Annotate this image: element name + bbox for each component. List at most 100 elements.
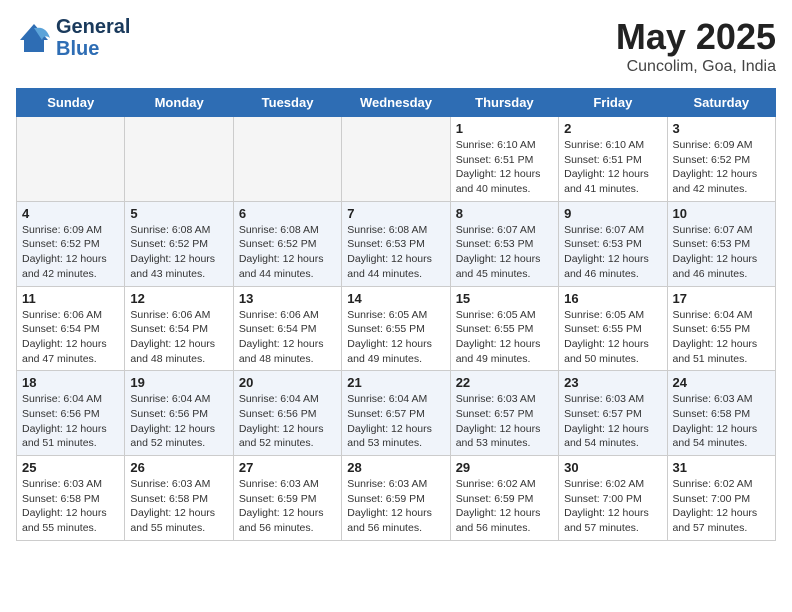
day-info: Sunrise: 6:05 AMSunset: 6:55 PMDaylight:… — [347, 308, 444, 367]
col-friday: Friday — [559, 89, 667, 117]
day-info: Sunrise: 6:05 AMSunset: 6:55 PMDaylight:… — [564, 308, 661, 367]
calendar-cell: 6 Sunrise: 6:08 AMSunset: 6:52 PMDaylight… — [233, 201, 341, 286]
day-info: Sunrise: 6:04 AMSunset: 6:56 PMDaylight:… — [22, 392, 119, 451]
day-number: 22 — [456, 375, 553, 390]
calendar-cell: 3Sunrise: 6:09 AMSunset: 6:52 PMDaylight… — [667, 117, 775, 202]
calendar-cell: 10Sunrise: 6:07 AMSunset: 6:53 PMDayligh… — [667, 201, 775, 286]
day-number: 5 — [130, 206, 227, 221]
day-info: Sunrise: 6:04 AMSunset: 6:56 PMDaylight:… — [130, 392, 227, 451]
page-header: General Blue May 2025 Cuncolim, Goa, Ind… — [16, 16, 776, 76]
calendar-cell: 17 Sunrise: 6:04 AMSunset: 6:55 PMDayligh… — [667, 286, 775, 371]
day-info: Sunrise: 6:08 AMSunset: 6:52 PMDaylight:… — [239, 223, 336, 282]
day-number: 2 — [564, 121, 661, 136]
day-info: Sunrise: 6:03 AMSunset: 6:59 PMDaylight:… — [347, 477, 444, 536]
day-number: 25 — [22, 460, 119, 475]
calendar-cell: 25 Sunrise: 6:03 AMSunset: 6:58 PMDayligh… — [17, 456, 125, 541]
day-number: 13 — [239, 291, 336, 306]
day-number: 12 — [130, 291, 227, 306]
day-number: 17 — [673, 291, 770, 306]
calendar-cell: 4 Sunrise: 6:09 AMSunset: 6:52 PMDaylight… — [17, 201, 125, 286]
day-number: 11 — [22, 291, 119, 306]
day-number: 23 — [564, 375, 661, 390]
day-info: Sunrise: 6:08 AMSunset: 6:53 PMDaylight:… — [347, 223, 444, 282]
day-number: 28 — [347, 460, 444, 475]
calendar-cell: 16Sunrise: 6:05 AMSunset: 6:55 PMDayligh… — [559, 286, 667, 371]
day-number: 24 — [673, 375, 770, 390]
calendar-cell: 13 Sunrise: 6:06 AMSunset: 6:54 PMDayligh… — [233, 286, 341, 371]
logo-text: General Blue — [56, 16, 130, 60]
logo-icon — [16, 20, 52, 56]
calendar-cell — [17, 117, 125, 202]
calendar-week-4: 18 Sunrise: 6:04 AMSunset: 6:56 PMDayligh… — [17, 371, 776, 456]
day-number: 26 — [130, 460, 227, 475]
day-info: Sunrise: 6:07 AMSunset: 6:53 PMDaylight:… — [456, 223, 553, 282]
calendar-cell: 26 Sunrise: 6:03 AMSunset: 6:58 PMDayligh… — [125, 456, 233, 541]
day-info: Sunrise: 6:08 AMSunset: 6:52 PMDaylight:… — [130, 223, 227, 282]
day-number: 4 — [22, 206, 119, 221]
calendar-cell: 22 Sunrise: 6:03 AMSunset: 6:57 PMDayligh… — [450, 371, 558, 456]
day-number: 27 — [239, 460, 336, 475]
calendar-cell — [233, 117, 341, 202]
day-number: 15 — [456, 291, 553, 306]
day-number: 7 — [347, 206, 444, 221]
calendar-cell: 23 Sunrise: 6:03 AMSunset: 6:57 PMDayligh… — [559, 371, 667, 456]
day-number: 20 — [239, 375, 336, 390]
calendar-cell: 24 Sunrise: 6:03 AMSunset: 6:58 PMDayligh… — [667, 371, 775, 456]
calendar-cell: 20 Sunrise: 6:04 AMSunset: 6:56 PMDayligh… — [233, 371, 341, 456]
calendar-cell: 18 Sunrise: 6:04 AMSunset: 6:56 PMDayligh… — [17, 371, 125, 456]
day-info: Sunrise: 6:10 AMSunset: 6:51 PMDaylight:… — [456, 138, 553, 197]
calendar-cell: 19 Sunrise: 6:04 AMSunset: 6:56 PMDayligh… — [125, 371, 233, 456]
col-sunday: Sunday — [17, 89, 125, 117]
logo: General Blue — [16, 16, 130, 60]
calendar-cell: 1 Sunrise: 6:10 AMSunset: 6:51 PMDaylight… — [450, 117, 558, 202]
day-number: 6 — [239, 206, 336, 221]
day-number: 9 — [564, 206, 661, 221]
calendar-cell: 8 Sunrise: 6:07 AMSunset: 6:53 PMDaylight… — [450, 201, 558, 286]
day-number: 8 — [456, 206, 553, 221]
day-number: 19 — [130, 375, 227, 390]
day-info: Sunrise: 6:02 AMSunset: 7:00 PMDaylight:… — [673, 477, 770, 536]
col-wednesday: Wednesday — [342, 89, 450, 117]
calendar-cell: 9 Sunrise: 6:07 AMSunset: 6:53 PMDaylight… — [559, 201, 667, 286]
day-info: Sunrise: 6:05 AMSunset: 6:55 PMDaylight:… — [456, 308, 553, 367]
col-thursday: Thursday — [450, 89, 558, 117]
day-info: Sunrise: 6:07 AMSunset: 6:53 PMDaylight:… — [564, 223, 661, 282]
day-info: Sunrise: 6:03 AMSunset: 6:57 PMDaylight:… — [456, 392, 553, 451]
day-info: Sunrise: 6:04 AMSunset: 6:56 PMDaylight:… — [239, 392, 336, 451]
calendar-cell: 31 Sunrise: 6:02 AMSunset: 7:00 PMDayligh… — [667, 456, 775, 541]
calendar-cell: 30Sunrise: 6:02 AMSunset: 7:00 PMDayligh… — [559, 456, 667, 541]
day-info: Sunrise: 6:02 AMSunset: 6:59 PMDaylight:… — [456, 477, 553, 536]
calendar-cell: 29Sunrise: 6:02 AMSunset: 6:59 PMDayligh… — [450, 456, 558, 541]
calendar-cell: 14 Sunrise: 6:05 AMSunset: 6:55 PMDayligh… — [342, 286, 450, 371]
calendar-cell: 12Sunrise: 6:06 AMSunset: 6:54 PMDayligh… — [125, 286, 233, 371]
day-info: Sunrise: 6:03 AMSunset: 6:57 PMDaylight:… — [564, 392, 661, 451]
day-info: Sunrise: 6:07 AMSunset: 6:53 PMDaylight:… — [673, 223, 770, 282]
day-info: Sunrise: 6:03 AMSunset: 6:58 PMDaylight:… — [130, 477, 227, 536]
calendar-cell — [342, 117, 450, 202]
month-year: May 2025 — [616, 16, 776, 58]
day-number: 18 — [22, 375, 119, 390]
location: Cuncolim, Goa, India — [616, 58, 776, 76]
calendar-cell: 5 Sunrise: 6:08 AMSunset: 6:52 PMDaylight… — [125, 201, 233, 286]
calendar-cell: 11Sunrise: 6:06 AMSunset: 6:54 PMDayligh… — [17, 286, 125, 371]
day-info: Sunrise: 6:04 AMSunset: 6:55 PMDaylight:… — [673, 308, 770, 367]
day-info: Sunrise: 6:03 AMSunset: 6:58 PMDaylight:… — [22, 477, 119, 536]
day-info: Sunrise: 6:09 AMSunset: 6:52 PMDaylight:… — [22, 223, 119, 282]
day-number: 1 — [456, 121, 553, 136]
calendar-cell: 15 Sunrise: 6:05 AMSunset: 6:55 PMDayligh… — [450, 286, 558, 371]
calendar-cell: 21Sunrise: 6:04 AMSunset: 6:57 PMDayligh… — [342, 371, 450, 456]
calendar-week-2: 4 Sunrise: 6:09 AMSunset: 6:52 PMDaylight… — [17, 201, 776, 286]
day-info: Sunrise: 6:09 AMSunset: 6:52 PMDaylight:… — [673, 138, 770, 197]
day-number: 31 — [673, 460, 770, 475]
calendar-cell: 7 Sunrise: 6:08 AMSunset: 6:53 PMDaylight… — [342, 201, 450, 286]
day-number: 14 — [347, 291, 444, 306]
day-number: 30 — [564, 460, 661, 475]
day-info: Sunrise: 6:06 AMSunset: 6:54 PMDaylight:… — [239, 308, 336, 367]
title-block: May 2025 Cuncolim, Goa, India — [616, 16, 776, 76]
day-info: Sunrise: 6:03 AMSunset: 6:58 PMDaylight:… — [673, 392, 770, 451]
calendar-week-5: 25 Sunrise: 6:03 AMSunset: 6:58 PMDayligh… — [17, 456, 776, 541]
col-tuesday: Tuesday — [233, 89, 341, 117]
calendar-week-3: 11 Sunrise: 6:06 AMSunset: 6:54 PMDayligh… — [17, 286, 776, 371]
calendar-cell: 27Sunrise: 6:03 AMSunset: 6:59 PMDayligh… — [233, 456, 341, 541]
calendar-header-row: Sunday Monday Tuesday Wednesday Thursday… — [17, 89, 776, 117]
